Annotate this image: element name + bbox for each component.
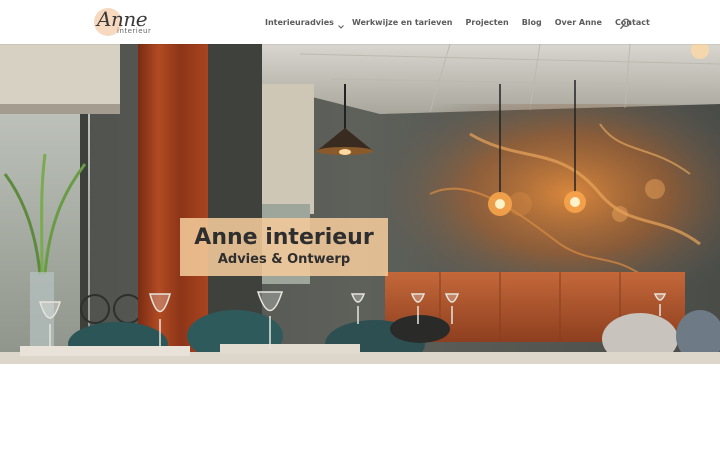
- hero-image: [0, 44, 720, 364]
- site-header: Anne interieur Interieuradvies Werkwijze…: [0, 0, 720, 44]
- site-logo[interactable]: Anne interieur: [94, 7, 151, 37]
- content-area: [0, 364, 720, 450]
- search-icon[interactable]: [619, 15, 631, 30]
- nav-item-label: Interieuradvies: [265, 17, 334, 27]
- hero-banner: Anne interieur Advies & Ontwerp: [0, 44, 720, 364]
- logo-subtitle: interieur: [117, 27, 152, 35]
- hero-title-box: Anne interieur Advies & Ontwerp: [180, 218, 388, 276]
- hero-subtitle: Advies & Ontwerp: [217, 252, 351, 267]
- nav-item-werkwijze[interactable]: Werkwijze en tarieven: [352, 18, 453, 27]
- nav-item-label: Over Anne: [554, 17, 602, 27]
- nav-item-blog[interactable]: Blog: [522, 18, 542, 27]
- nav-item-over-anne[interactable]: Over Anne: [555, 18, 602, 27]
- nav-item-label: Werkwijze en tarieven: [351, 17, 453, 27]
- main-nav: Interieuradvies Werkwijze en tarieven Pr…: [265, 0, 650, 44]
- nav-item-projecten[interactable]: Projecten: [466, 18, 509, 27]
- nav-item-label: Blog: [521, 17, 542, 27]
- nav-item-label: Projecten: [465, 17, 509, 27]
- nav-item-interieuradvies[interactable]: Interieuradvies: [265, 17, 344, 29]
- hero-title: Anne interieur: [194, 225, 374, 250]
